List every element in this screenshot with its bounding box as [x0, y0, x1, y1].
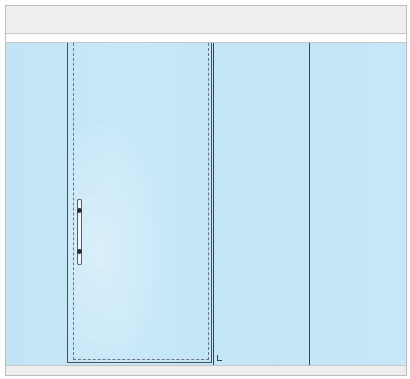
bottom-rail-band: [6, 365, 406, 375]
corner-marker-icon: [217, 355, 222, 361]
top-rail-band: [6, 34, 406, 43]
panel-divider-2: [309, 43, 310, 365]
handle-fixing-top: [77, 208, 82, 213]
door-sash-outline: [73, 43, 209, 360]
bar-handle-icon[interactable]: [77, 199, 82, 265]
top-toolbar-band: [6, 6, 406, 34]
panel-divider-1: [213, 43, 214, 365]
handle-fixing-bottom: [77, 249, 82, 254]
preview-frame: [5, 5, 407, 376]
door-panel[interactable]: [67, 43, 212, 363]
